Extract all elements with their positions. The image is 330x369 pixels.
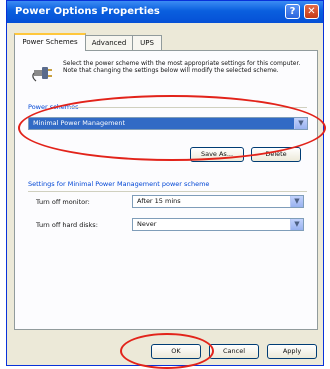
chevron-down-icon[interactable]: ▼ [290,196,303,207]
close-icon: ✕ [307,6,316,17]
turn-off-hard-disks-value: Never [137,220,157,228]
chevron-down-icon[interactable]: ▼ [290,219,303,230]
help-icon: ? [289,6,296,17]
intro-text: Select the power scheme with the most ap… [63,60,301,74]
turn-off-monitor-select[interactable]: After 15 mins ▼ [132,195,304,208]
turn-off-monitor-value: After 15 mins [137,197,181,205]
tab-advanced[interactable]: Advanced [85,35,133,50]
group-divider [28,191,307,192]
turn-off-hard-disks-label: Turn off hard disks: [36,221,98,229]
annotation-ellipse-schemes [18,95,326,161]
cancel-button[interactable]: Cancel [209,344,259,359]
tab-ups[interactable]: UPS [132,35,162,50]
turn-off-monitor-label: Turn off monitor: [36,198,90,206]
tab-power-schemes[interactable]: Power Schemes [14,33,86,51]
power-schemes-panel: Select the power scheme with the most ap… [14,50,318,330]
annotation-ellipse-ok [120,333,214,369]
help-button[interactable]: ? [285,4,300,19]
turn-off-hard-disks-select[interactable]: Never ▼ [132,218,304,231]
close-button[interactable]: ✕ [304,4,319,19]
power-plug-icon [32,67,52,82]
title-bar[interactable]: Power Options Properties ? ✕ [7,1,323,23]
power-options-window: Power Options Properties ? ✕ Power Schem… [6,0,324,366]
settings-group-label: Settings for Minimal Power Management po… [28,180,210,188]
window-title: Power Options Properties [15,6,160,17]
apply-button[interactable]: Apply [267,344,317,359]
